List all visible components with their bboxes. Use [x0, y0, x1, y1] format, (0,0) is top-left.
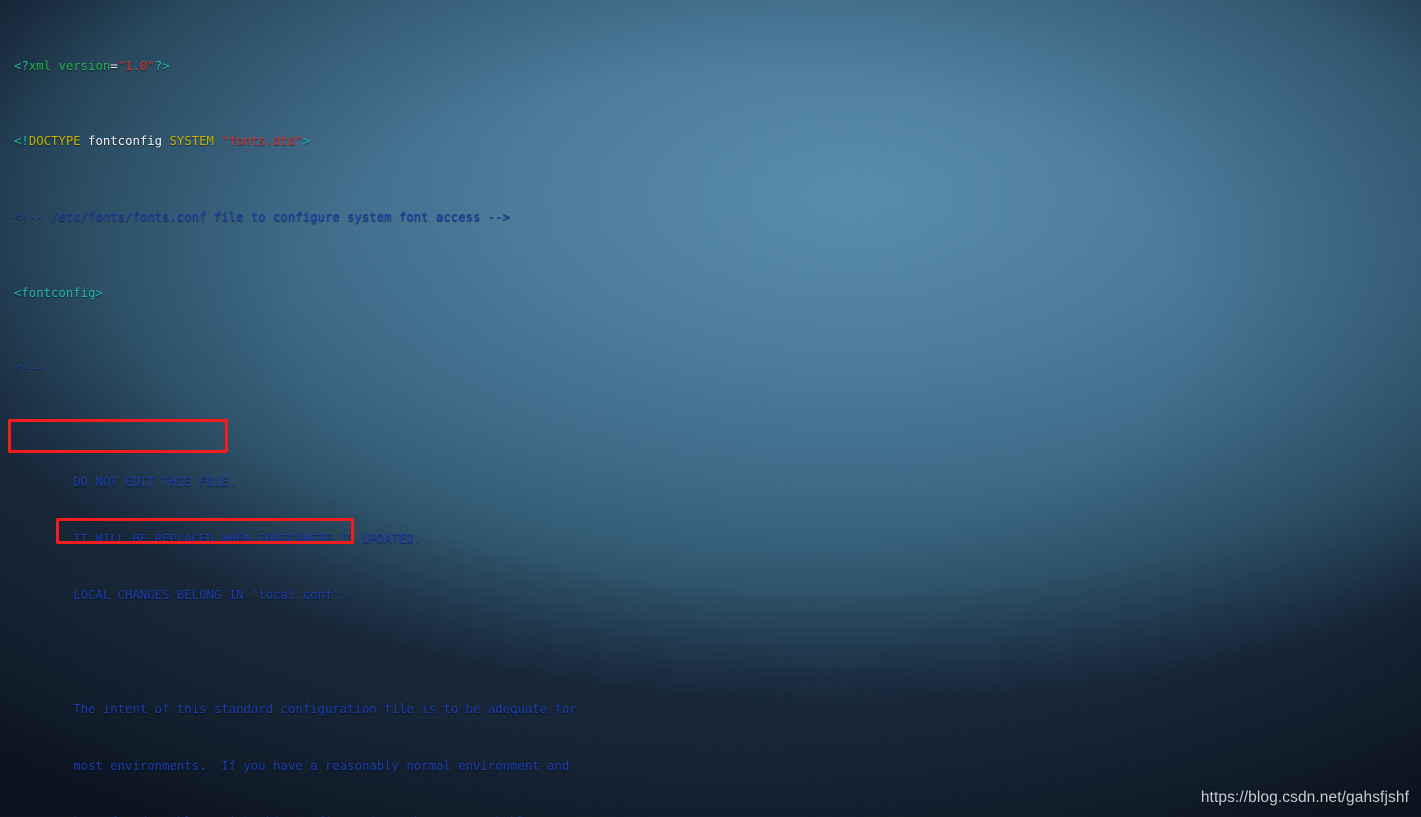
code-line: <!DOCTYPE fontconfig SYSTEM "fonts.dtd">: [14, 134, 311, 149]
code-line: The intent of this standard configuratio…: [14, 701, 577, 716]
code-line: <fontconfig>: [14, 285, 103, 300]
code-line: have found problems with this configurat…: [0, 813, 1421, 817]
code-line: IT WILL BE REPLACED WHEN FONTCONFIG IS U…: [14, 531, 422, 546]
code-line: <!-- /etc/fonts/fonts.conf file to confi…: [14, 210, 511, 225]
code-line: <?xml version="1.0"?>: [14, 58, 170, 73]
code-line: most environments. If you have a reasona…: [14, 758, 570, 773]
watermark-url: https://blog.csdn.net/gahsfjshf: [1200, 789, 1409, 806]
code-line: <!--: [14, 361, 44, 376]
code-line: LOCAL CHANGES BELONG IN 'local.conf'.: [14, 588, 348, 603]
code-line: DO NOT EDIT THIS FILE.: [14, 474, 237, 489]
desktop-screen: <?xml version="1.0"?> <!DOCTYPE fontconf…: [0, 0, 1421, 817]
xml-code-view[interactable]: <?xml version="1.0"?> <!DOCTYPE fontconf…: [0, 0, 1421, 817]
